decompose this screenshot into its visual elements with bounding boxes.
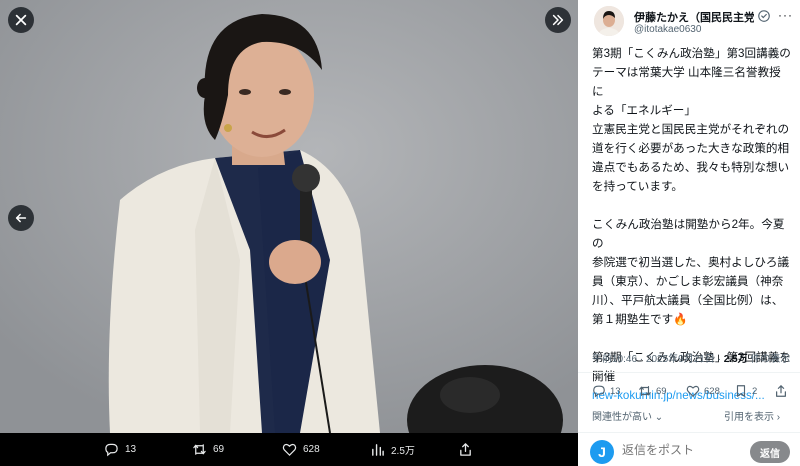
bookmark-count: 2 xyxy=(752,385,758,397)
tweet-line: 立憲民主党と国民民主党がそれぞれの xyxy=(592,123,790,136)
tweet-line: を持っています。 xyxy=(592,180,684,193)
media-viewer: 13 69 628 2.5万 xyxy=(0,0,578,466)
verified-badge-icon xyxy=(758,10,770,22)
retweet-count: 69 xyxy=(656,385,667,397)
share-icon xyxy=(460,443,471,456)
viewer-views-button[interactable]: 2.5万 xyxy=(370,433,415,466)
tweet-line: 川）、平戸航太議員（全国比例）は、 xyxy=(592,294,784,307)
reply-icon xyxy=(105,443,118,457)
sort-replies-dropdown[interactable]: 関連性が高い ⌄ xyxy=(592,408,663,423)
bookmark-button[interactable]: 2 xyxy=(734,384,757,398)
viewer-retweet-count: 69 xyxy=(213,444,225,455)
tweet-line: テーマは常葉大学 山本隆三名誉教授に xyxy=(592,66,781,98)
divider xyxy=(578,372,800,373)
tweet-timestamp[interactable]: 午前10:46 · 2025年9月21日 · 2.5万 件の表示 xyxy=(592,350,790,365)
reply-count: 13 xyxy=(610,385,621,397)
chevron-down-icon: ⌄ xyxy=(654,412,664,423)
tweet-author: 伊藤たかえ（国民民主党… ··· @itotakae0630 xyxy=(590,6,792,38)
heart-icon xyxy=(282,443,297,456)
tweet-line: 第１期塾生です🔥 xyxy=(592,313,688,326)
double-chevron-right-icon xyxy=(552,14,564,26)
reply-icon xyxy=(593,385,605,398)
tweet-line: よる「エネルギー」 xyxy=(592,104,696,117)
collapse-sidebar-button[interactable] xyxy=(545,7,571,33)
like-count: 628 xyxy=(704,385,720,397)
tweet-detail-panel: 伊藤たかえ（国民民主党… ··· @itotakae0630 第3期「こくみん政… xyxy=(578,0,800,466)
heart-icon xyxy=(686,385,700,398)
tweet-line: 員（東京）、かごしま彰宏議員（神奈 xyxy=(592,275,784,288)
share-icon xyxy=(776,385,786,397)
like-button[interactable]: 628 xyxy=(686,384,720,398)
bar-chart-icon xyxy=(372,444,384,456)
viewer-like-count: 628 xyxy=(303,444,320,455)
retweet-button[interactable]: 69 xyxy=(638,384,667,398)
viewer-retweet-button[interactable]: 69 xyxy=(192,433,224,466)
viewer-share-button[interactable] xyxy=(458,433,473,466)
author-name[interactable]: 伊藤たかえ（国民民主党… xyxy=(634,9,754,25)
tweet-line: 第3期「こくみん政治塾」第3回講義の xyxy=(592,47,791,60)
tweet-line: こくみん政治塾は開塾から2年。今夏の xyxy=(592,218,785,250)
tweet-photo[interactable] xyxy=(0,0,578,433)
viewer-like-button[interactable]: 628 xyxy=(282,433,320,466)
user-avatar[interactable]: J xyxy=(590,440,614,464)
tweet-actions: 13 69 628 2 xyxy=(592,384,792,404)
reply-submit-button[interactable]: 返信 xyxy=(750,441,790,463)
reply-composer: J 返信 xyxy=(578,432,800,466)
sort-label: 関連性が高い xyxy=(592,412,652,423)
reply-input[interactable] xyxy=(622,443,742,457)
author-handle[interactable]: @itotakae0630 xyxy=(634,24,701,35)
viewer-reply-count: 13 xyxy=(125,444,137,455)
media-action-bar: 13 69 628 2.5万 xyxy=(0,433,578,466)
tweet-time: 午前10:46 · 2025年9月21日 · xyxy=(592,354,724,365)
more-options-icon[interactable]: ··· xyxy=(778,8,794,24)
viewer-reply-button[interactable]: 13 xyxy=(104,433,136,466)
tweet-line: 参院選で初当選した、奥村よしひろ議 xyxy=(592,256,790,269)
bookmark-icon xyxy=(736,385,746,397)
tweet-view-count: 2.5万 xyxy=(723,354,748,365)
close-button[interactable] xyxy=(8,7,34,33)
photo-illustration xyxy=(0,0,578,433)
retweet-icon xyxy=(639,386,651,396)
close-icon xyxy=(15,14,27,26)
previous-media-button[interactable] xyxy=(8,205,34,231)
reply-button[interactable]: 13 xyxy=(592,384,621,398)
author-avatar-image xyxy=(594,6,624,36)
share-button[interactable] xyxy=(774,384,788,398)
tweet-views-label: 件の表示 xyxy=(747,354,791,365)
viewer-view-count: 2.5万 xyxy=(391,446,415,457)
retweet-icon xyxy=(193,444,206,455)
author-avatar[interactable] xyxy=(594,6,624,36)
tweet-line: 違点でもあるため、我々も特別な想い xyxy=(592,161,790,174)
arrow-left-icon xyxy=(15,213,27,223)
tweet-line: 道を行く必要があった大きな政策的相 xyxy=(592,142,790,155)
view-quotes-link[interactable]: 引用を表示 › xyxy=(724,408,780,423)
